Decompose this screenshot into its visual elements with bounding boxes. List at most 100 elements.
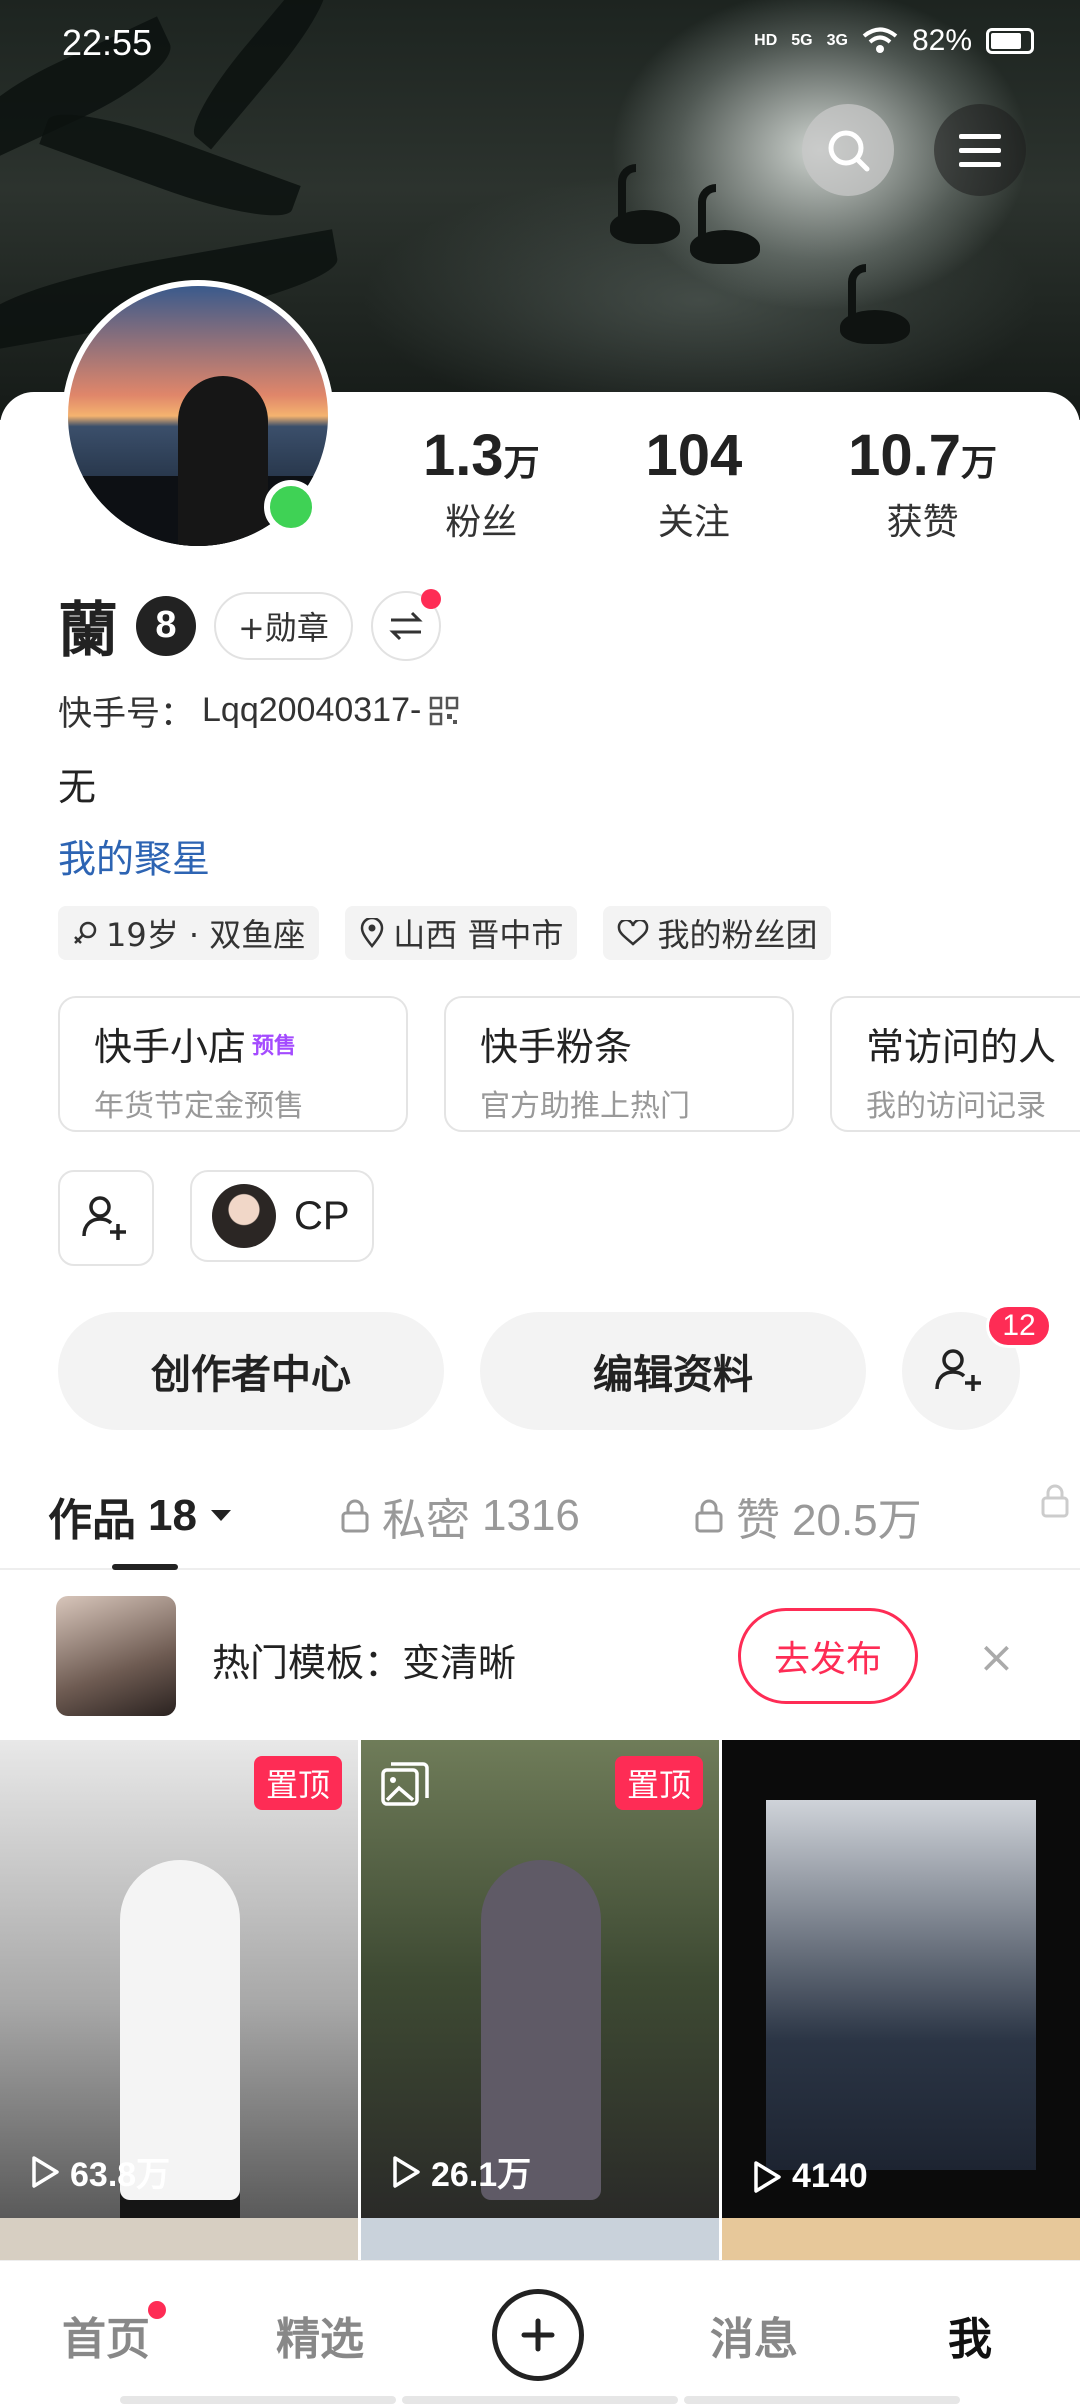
image-album-icon: [381, 1762, 429, 1806]
video-card-partial[interactable]: [722, 2218, 1080, 2260]
swap-icon: [389, 611, 423, 640]
tag-location: 山西 晋中市: [345, 906, 578, 960]
active-tab-indicator: [112, 1564, 178, 1570]
creator-center-button[interactable]: 创作者中心: [58, 1312, 444, 1430]
stat-fans-unit: 万: [503, 442, 540, 483]
tile-kuaishou-shop[interactable]: 快手小店 预售 年货节定金预售: [58, 996, 408, 1132]
play-count: 63.8万: [30, 2147, 170, 2196]
lock-icon: [695, 1499, 723, 1533]
play-icon: [754, 2160, 781, 2193]
bottom-navigation: 首页 精选 消息 我: [0, 2260, 1080, 2408]
banner-swan: [690, 184, 760, 264]
tile-kuaishou-shop-sub: 年货节定金预售: [94, 1089, 304, 1124]
video-card-partial[interactable]: [361, 2218, 719, 2260]
publish-button[interactable]: 去发布: [738, 1608, 918, 1704]
nav-featured[interactable]: 精选: [276, 2303, 364, 2367]
tile-kuaishou-promote[interactable]: 快手粉条 官方助推上热门: [444, 996, 794, 1132]
stat-likes[interactable]: 10.7万 获赞: [848, 422, 997, 545]
banner-swan: [840, 264, 910, 344]
pinned-badge: 置顶: [614, 1756, 703, 1810]
hd-icon: HD: [754, 32, 778, 49]
search-button[interactable]: [802, 104, 894, 196]
kuaishou-id-row[interactable]: 快手号： Lqq20040317-: [58, 686, 459, 735]
close-icon[interactable]: ×: [978, 1632, 1015, 1683]
menu-icon: [959, 134, 1001, 167]
stat-fans[interactable]: 1.3万 粉丝: [423, 422, 540, 545]
add-user-icon: [935, 1349, 981, 1391]
tile-kuaishou-promote-title: 快手粉条: [480, 1025, 633, 1069]
stat-likes-unit: 万: [961, 442, 998, 483]
menu-button[interactable]: [934, 104, 1026, 196]
tab-works[interactable]: 作品 18: [48, 1484, 233, 1548]
stat-likes-label: 获赞: [886, 502, 959, 543]
signal-5g-icon: 5G: [791, 32, 813, 49]
profile-name: 蘭: [58, 596, 118, 666]
level-badge[interactable]: 8: [136, 595, 196, 656]
location-pin-icon: [360, 918, 384, 948]
lock-icon: [1041, 1484, 1069, 1518]
banner-swan: [610, 164, 680, 244]
tile-kuaishou-promote-sub: 官方助推上热门: [480, 1089, 690, 1124]
tab-more-locked[interactable]: [1040, 1484, 1070, 1518]
medal-button[interactable]: +勋章: [214, 591, 353, 660]
profile-stats: 1.3万 粉丝 104 关注 10.7万 获赞: [370, 422, 1050, 545]
friend-request-badge: 12: [986, 1304, 1052, 1348]
gesture-bar: [120, 2396, 960, 2404]
edit-profile-button[interactable]: 编辑资料: [480, 1312, 866, 1430]
stat-fans-number: 1.3: [422, 423, 504, 488]
nav-me[interactable]: 我: [948, 2303, 992, 2367]
stat-likes-number: 10.7: [848, 423, 962, 488]
online-status-dot: [264, 480, 318, 534]
juxing-link[interactable]: 我的聚星: [58, 828, 210, 883]
nav-home[interactable]: 首页: [62, 2303, 150, 2367]
profile-tags: 19岁 · 双鱼座 山西 晋中市 我的粉丝团: [58, 906, 832, 960]
nav-home-notification-dot: [148, 2301, 166, 2319]
play-count-value: 4140: [792, 2157, 868, 2195]
notification-dot: [420, 588, 441, 609]
tab-private[interactable]: 私密 1316: [340, 1484, 580, 1548]
template-promo-banner: 热门模板：变清晰 去发布 ×: [0, 1572, 1080, 1740]
add-friend-button[interactable]: [58, 1170, 154, 1266]
play-count: 4140: [752, 2157, 868, 2196]
add-user-icon: [82, 1196, 126, 1240]
video-card[interactable]: 置顶 63.8万: [0, 1740, 358, 2218]
play-count-value: 63.8万: [70, 2156, 171, 2194]
nav-messages[interactable]: 消息: [710, 2303, 798, 2367]
tab-private-label: 私密: [382, 1495, 470, 1546]
tab-works-count: 18: [148, 1491, 197, 1540]
profile-bio: 无: [58, 765, 97, 809]
heart-icon: [618, 920, 649, 946]
tile-frequent-visitors-title: 常访问的人: [866, 1025, 1057, 1069]
kuaishou-id-label: 快手号：: [58, 694, 194, 734]
stat-fans-label: 粉丝: [445, 502, 518, 543]
play-icon: [393, 2155, 420, 2188]
tile-kuaishou-shop-title: 快手小店: [94, 1025, 247, 1069]
add-friends-button[interactable]: 12: [902, 1304, 1052, 1430]
play-count: 26.1万: [391, 2147, 531, 2196]
stat-following-label: 关注: [657, 502, 730, 543]
qr-code-icon[interactable]: [429, 696, 459, 726]
video-card[interactable]: 置顶 26.1万: [361, 1740, 719, 2218]
video-grid: 置顶 63.8万 置顶 26.1万 4140: [0, 1740, 1080, 2260]
tag-fan-group[interactable]: 我的粉丝团: [603, 906, 832, 960]
status-icons: HD 5G 3G 82%: [754, 24, 1034, 58]
stat-following-number: 104: [645, 423, 743, 488]
promo-text: 热门模板：变清晰: [212, 1641, 517, 1685]
tab-liked[interactable]: 赞 20.5万: [694, 1484, 922, 1548]
stat-following[interactable]: 104 关注: [645, 422, 742, 545]
lock-icon: [341, 1499, 369, 1533]
tag-age-zodiac: 19岁 · 双鱼座: [58, 906, 320, 960]
battery-percent: 82%: [911, 24, 972, 57]
tag-location-label: 山西 晋中市: [393, 916, 564, 954]
cp-button[interactable]: CP: [190, 1170, 374, 1262]
video-card[interactable]: 4140: [722, 1740, 1080, 2218]
create-post-button[interactable]: [492, 2289, 584, 2381]
video-card-partial[interactable]: [0, 2218, 358, 2260]
promo-thumbnail: [56, 1596, 176, 1716]
tile-frequent-visitors[interactable]: 常访问的人 我的访问记录: [830, 996, 1080, 1132]
battery-icon: [986, 28, 1034, 54]
switch-account-button[interactable]: [370, 588, 441, 661]
caret-down-icon: [210, 1510, 231, 1521]
name-row: 蘭 8 +勋章: [58, 582, 441, 669]
presale-badge: 预售: [252, 1033, 297, 1059]
